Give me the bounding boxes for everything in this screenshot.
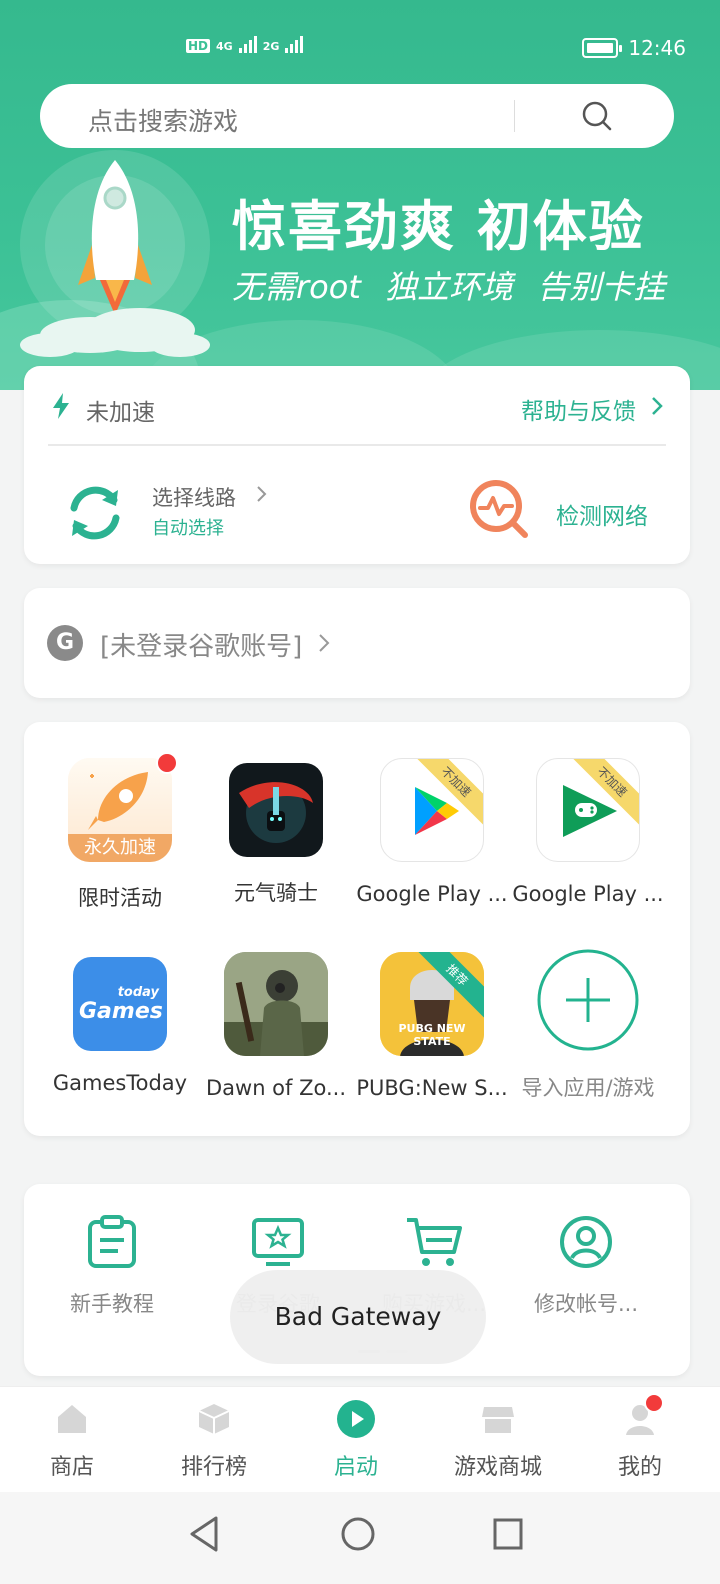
app-item[interactable]: PUBG NEW STATE 推荐 PUBG:New S...	[354, 952, 510, 1100]
tab-store[interactable]: 商店	[12, 1397, 132, 1481]
bottom-nav: 商店 排行榜 启动 游戏商城 我的	[0, 1386, 720, 1492]
lightning-icon	[53, 393, 69, 419]
import-app-label: 导入应用/游戏	[521, 1076, 655, 1100]
battery-icon	[582, 38, 623, 58]
cube-icon	[198, 1404, 230, 1434]
app-tag: 永久加速	[68, 834, 172, 862]
search-divider	[514, 100, 515, 132]
status-bar: HD 4G 2G 12:46	[0, 34, 720, 66]
tab-game-mall[interactable]: 游戏商城	[438, 1397, 558, 1481]
header-banner: HD 4G 2G 12:46 点击搜索游戏 惊喜劲爽 初体验 无需root 独立…	[0, 0, 720, 390]
notification-dot	[156, 752, 178, 774]
tab-mine[interactable]: 我的	[580, 1393, 700, 1481]
play-icon	[337, 1400, 375, 1438]
acceleration-status: 未加速	[86, 400, 155, 426]
route-value: 自动选择	[152, 518, 224, 539]
system-nav-bar	[0, 1492, 720, 1584]
chevron-right-icon[interactable]	[256, 485, 268, 503]
divider	[48, 444, 666, 446]
network-type-1: 4G	[216, 40, 233, 53]
app-item[interactable]: 不加速 Google Play ...	[354, 758, 510, 906]
tab-label: 排行榜	[180, 1455, 247, 1480]
add-circle-icon[interactable]	[536, 948, 640, 1052]
network-type-2: 2G	[262, 40, 280, 53]
tab-label: 我的	[617, 1455, 662, 1480]
tab-label: 启动	[333, 1455, 378, 1480]
app-name: 元气骑士	[234, 881, 318, 905]
apps-grid-card: 永久加速 限时活动 元气骑士 不加速 Google Play ... 不加速 G…	[24, 722, 690, 1136]
app-name: Google Play ...	[512, 882, 664, 906]
tool-edit-account[interactable]: 修改帐号...	[506, 1214, 666, 1318]
app-item[interactable]: today Games GamesToday	[42, 952, 198, 1095]
home-circle-icon[interactable]	[338, 1514, 378, 1554]
google-play-icon[interactable]: 不加速	[380, 758, 484, 862]
app-name: 限时活动	[78, 886, 162, 910]
tab-ranking[interactable]: 排行榜	[154, 1397, 274, 1481]
banner-subline: 无需root 独立环境 告别卡挂	[232, 268, 666, 306]
soul-knight-icon[interactable]	[229, 763, 323, 857]
search-icon[interactable]	[581, 100, 613, 132]
game-art-icon	[224, 952, 328, 1056]
chevron-right-icon[interactable]	[318, 633, 330, 653]
cart-icon	[407, 1218, 462, 1266]
store-icon	[482, 1407, 514, 1433]
google-icon: G	[47, 625, 83, 661]
banner-headline: 惊喜劲爽 初体验	[232, 195, 645, 258]
detect-network-button[interactable]: 检测网络	[556, 497, 648, 531]
dawn-of-zombies-icon[interactable]	[224, 952, 328, 1056]
home-icon	[58, 1405, 86, 1433]
rocket-app-icon[interactable]: 永久加速	[68, 752, 178, 862]
signal-bars-1-icon	[238, 36, 257, 53]
app-item[interactable]: 元气骑士	[198, 758, 354, 907]
route-select-label[interactable]: 选择线路	[152, 482, 236, 512]
signal-indicators: HD 4G 2G	[186, 36, 304, 53]
app-item[interactable]: 永久加速 限时活动	[42, 752, 198, 912]
rocket-icon	[88, 772, 148, 830]
toast-message: Bad Gateway	[230, 1270, 486, 1364]
tab-label: 游戏商城	[453, 1455, 542, 1480]
chevron-right-icon[interactable]	[650, 395, 664, 417]
app-item[interactable]: Dawn of Zo...	[198, 952, 354, 1100]
clipboard-icon	[88, 1215, 136, 1268]
app-name: Dawn of Zo...	[205, 1076, 346, 1100]
help-feedback-link[interactable]: 帮助与反馈	[521, 392, 636, 426]
gamestoday-icon-text-2: Games	[79, 999, 163, 1024]
clock: 12:46	[628, 36, 686, 60]
tab-launch[interactable]: 启动	[296, 1397, 416, 1481]
pubg-new-state-icon[interactable]: PUBG NEW STATE 推荐	[380, 952, 484, 1056]
sync-icon[interactable]	[62, 480, 128, 546]
gamestoday-icon[interactable]: today Games	[73, 957, 167, 1051]
pubg-icon-text: PUBG NEW STATE	[398, 1022, 466, 1048]
user-circle-icon	[560, 1216, 612, 1268]
app-name: GamesToday	[52, 1071, 188, 1095]
app-name: Google Play ...	[356, 882, 508, 906]
google-play-games-icon[interactable]: 不加速	[536, 758, 640, 862]
search-input[interactable]: 点击搜索游戏	[88, 102, 238, 138]
app-name: PUBG:New S...	[356, 1076, 508, 1100]
google-account-card[interactable]: G [未登录谷歌账号]	[24, 588, 690, 698]
notification-dot	[644, 1393, 664, 1413]
recents-icon[interactable]	[490, 1514, 526, 1554]
tool-label: 新手教程	[70, 1292, 154, 1316]
tab-label: 商店	[49, 1455, 94, 1480]
game-art-icon	[239, 782, 313, 843]
google-account-label[interactable]: [未登录谷歌账号]	[100, 626, 302, 663]
search-bar[interactable]: 点击搜索游戏	[40, 84, 674, 148]
accelerator-card: 未加速 帮助与反馈 选择线路 自动选择 检测网络	[24, 366, 690, 564]
rocket-illustration	[20, 150, 210, 357]
tool-label: 修改帐号...	[533, 1292, 639, 1316]
app-item[interactable]: 不加速 Google Play ...	[510, 758, 666, 906]
gamestoday-icon-text-1: today	[117, 985, 159, 1000]
back-icon[interactable]	[186, 1514, 222, 1554]
signal-bars-2-icon	[285, 36, 304, 53]
star-monitor-icon	[252, 1218, 304, 1266]
tool-tutorial[interactable]: 新手教程	[32, 1214, 192, 1318]
import-app-button[interactable]: 导入应用/游戏	[510, 948, 666, 1102]
network-detect-icon[interactable]	[468, 478, 530, 540]
hd-indicator: HD	[186, 39, 211, 53]
